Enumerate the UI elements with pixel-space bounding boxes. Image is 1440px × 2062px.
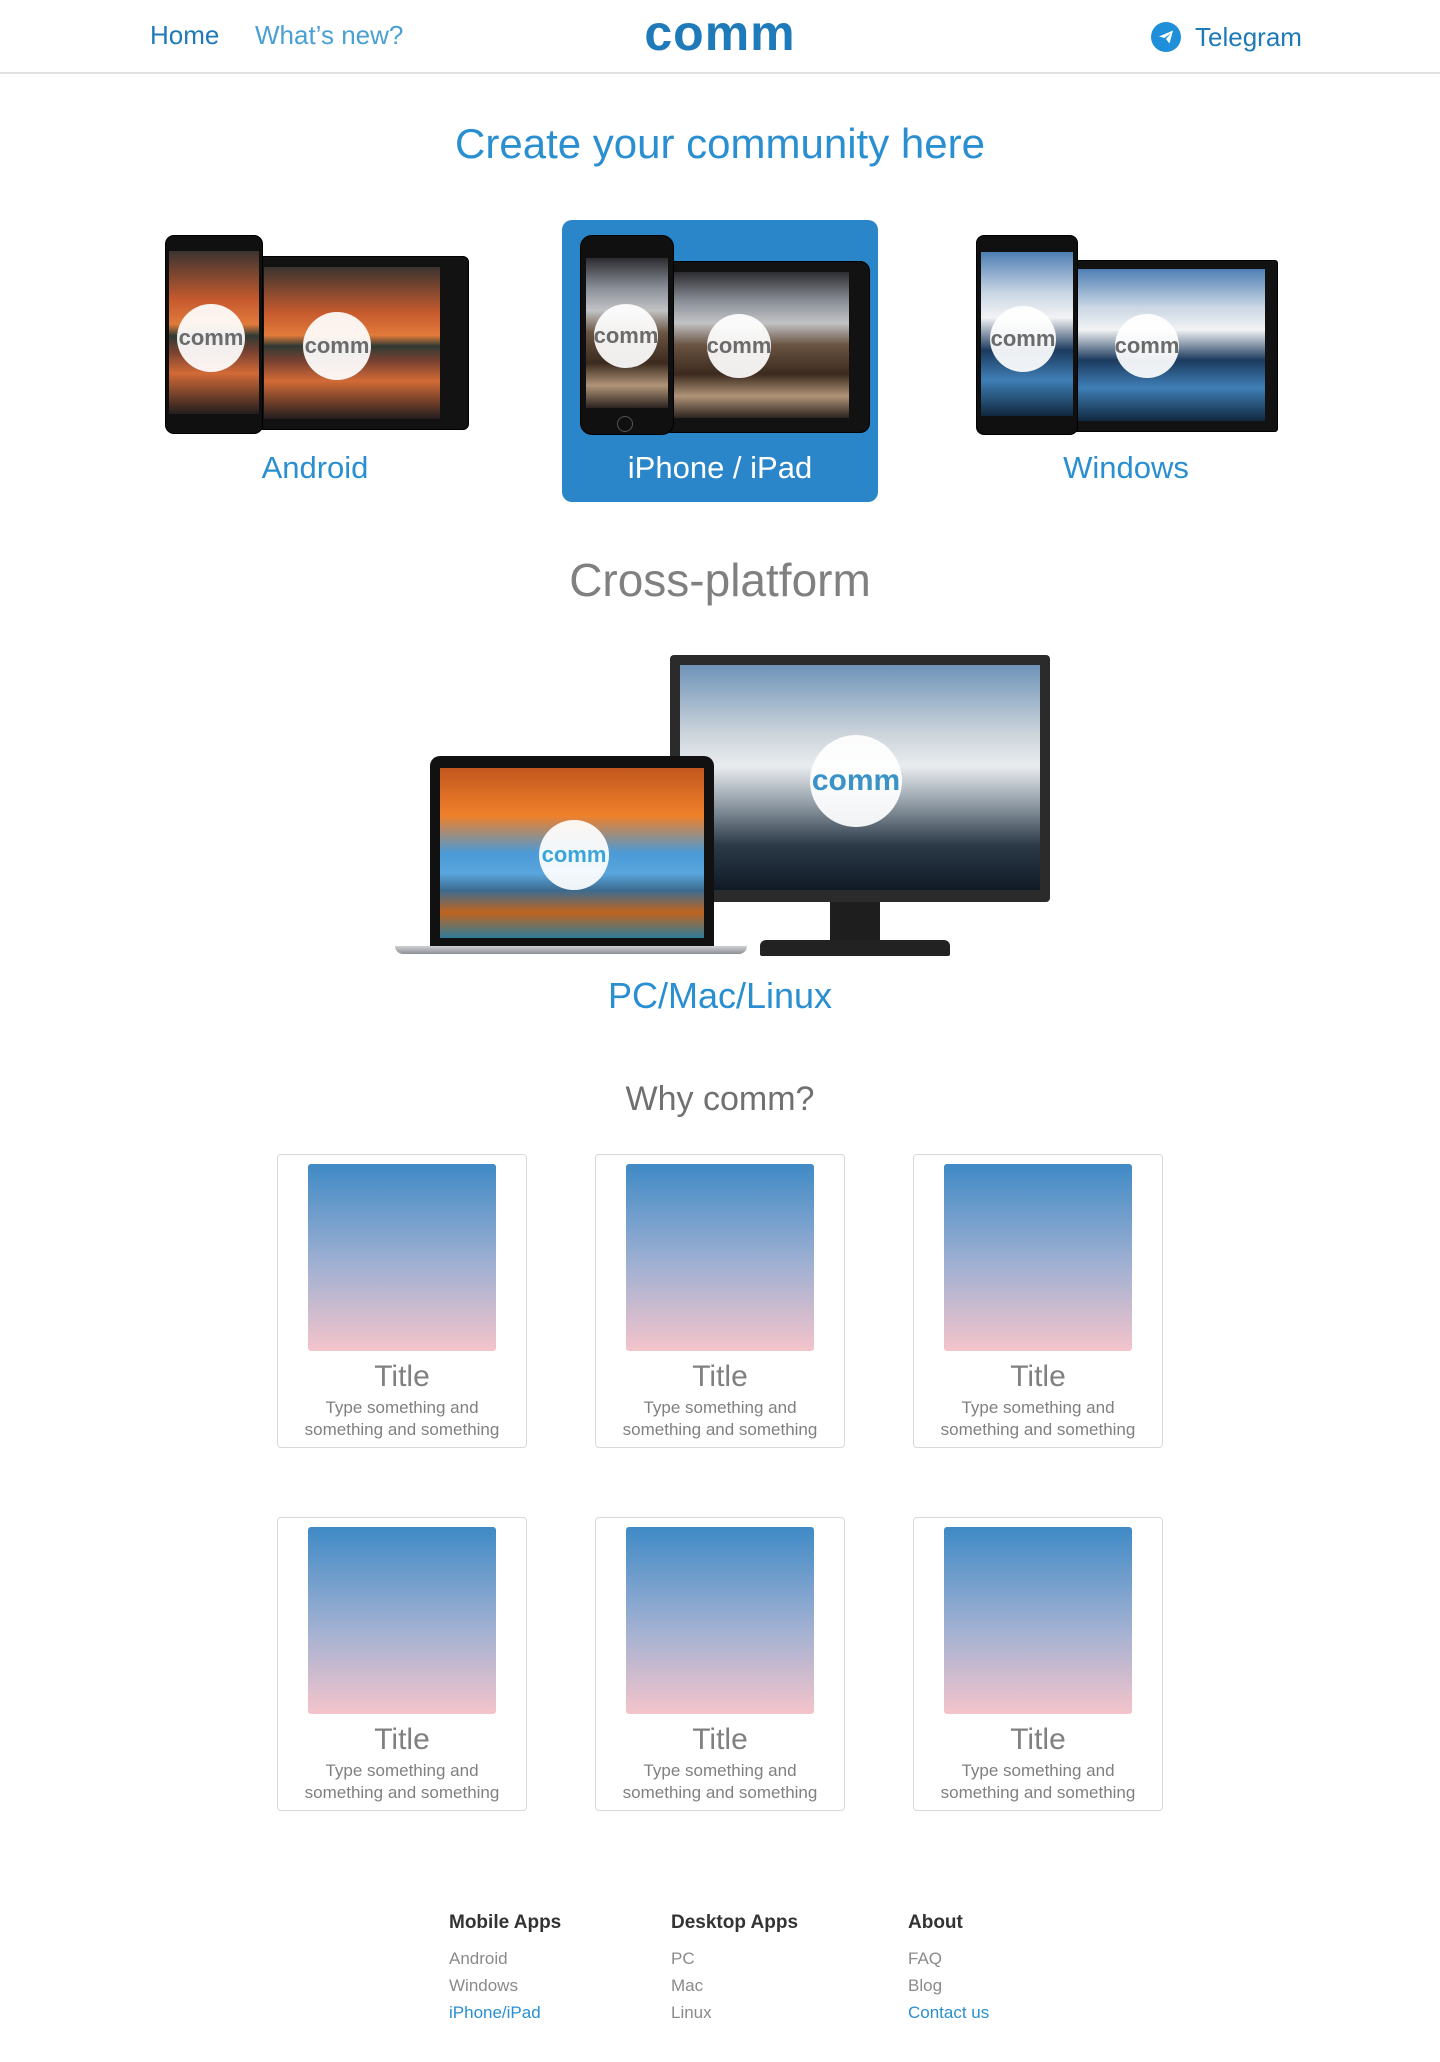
nav-home-link[interactable]: Home — [150, 20, 219, 51]
footer-heading: Desktop Apps — [671, 1912, 799, 1933]
platform-windows-label: Windows — [1063, 450, 1189, 485]
feature-card: Title Type something and something and s… — [277, 1517, 527, 1811]
footer-link-pc[interactable]: PC — [671, 1945, 798, 1972]
feature-card-title: Title — [1010, 1360, 1066, 1393]
feature-card-text: Type something and something and somethi… — [622, 1398, 818, 1439]
platform-android-label: Android — [261, 450, 369, 485]
feature-card-image — [944, 1527, 1132, 1714]
android-phone-logo: comm — [177, 304, 245, 372]
feature-card-title: Title — [692, 1360, 748, 1393]
platform-iphone-ipad-label: iPhone / iPad — [627, 450, 813, 485]
cross-platform-title: Cross-platform — [569, 554, 871, 606]
paper-plane-icon — [1151, 22, 1181, 52]
platform-windows-tile[interactable]: comm comm Windows — [968, 220, 1284, 502]
footer-column-desktop-apps: Desktop Apps PC Mac Linux — [671, 1912, 798, 2026]
footer-heading: About — [908, 1912, 963, 1933]
footer-link-faq[interactable]: FAQ — [908, 1945, 989, 1972]
feature-card-text: Type something and something and somethi… — [304, 1761, 500, 1802]
android-tablet-logo: comm — [303, 312, 371, 380]
feature-card: Title Type something and something and s… — [277, 1154, 527, 1448]
footer-heading: Mobile Apps — [449, 1912, 562, 1933]
feature-card-image — [944, 1164, 1132, 1351]
pc-mac-linux-link[interactable]: PC/Mac/Linux — [0, 975, 1440, 1017]
platform-iphone-ipad-tile[interactable]: comm comm iPhone / iPad — [562, 220, 878, 502]
footer-link-mac[interactable]: Mac — [671, 1972, 798, 1999]
hero-title: Create your community here — [455, 120, 985, 167]
footer-link-iphone-ipad[interactable]: iPhone/iPad — [449, 1999, 561, 2026]
feature-card-text: Type something and something and somethi… — [940, 1761, 1136, 1802]
feature-card: Title Type something and something and s… — [595, 1154, 845, 1448]
feature-card: Title Type something and something and s… — [913, 1517, 1163, 1811]
feature-card-image — [626, 1164, 814, 1351]
footer-link-windows[interactable]: Windows — [449, 1972, 561, 1999]
footer-link-blog[interactable]: Blog — [908, 1972, 989, 1999]
laptop-logo: comm — [539, 820, 609, 890]
windows-tablet-logo: comm — [1115, 314, 1179, 378]
footer-column-about: About FAQ Blog Contact us — [908, 1912, 989, 2026]
feature-card: Title Type something and something and s… — [595, 1517, 845, 1811]
platform-android-tile[interactable]: comm comm Android — [157, 220, 473, 502]
feature-card-text: Type something and something and somethi… — [940, 1398, 1136, 1439]
feature-card-title: Title — [374, 1723, 430, 1756]
ios-phone-logo: comm — [594, 304, 658, 368]
why-comm-title: Why comm? — [625, 1080, 815, 1118]
desktop-devices-image: comm comm — [395, 655, 1055, 960]
footer-link-linux[interactable]: Linux — [671, 1999, 798, 2026]
ios-tablet-logo: comm — [707, 314, 771, 378]
feature-card-image — [308, 1527, 496, 1714]
footer-link-android[interactable]: Android — [449, 1945, 561, 1972]
comm-logo[interactable]: comm — [640, 4, 800, 62]
top-nav-bar: Home What’s new? comm Telegram — [0, 0, 1440, 74]
footer-column-mobile-apps: Mobile Apps Android Windows iPhone/iPad — [449, 1912, 561, 2026]
nav-whats-new-link[interactable]: What’s new? — [255, 20, 403, 51]
feature-card: Title Type something and something and s… — [913, 1154, 1163, 1448]
feature-card-text: Type something and something and somethi… — [622, 1761, 818, 1802]
feature-card-title: Title — [374, 1360, 430, 1393]
feature-card-text: Type something and something and somethi… — [304, 1398, 500, 1439]
feature-card-title: Title — [1010, 1723, 1066, 1756]
feature-card-title: Title — [692, 1723, 748, 1756]
windows-phone-logo: comm — [990, 306, 1056, 372]
footer-link-contact-us[interactable]: Contact us — [908, 1999, 989, 2026]
telegram-label: Telegram — [1195, 21, 1302, 52]
monitor-logo: comm — [810, 735, 902, 827]
feature-card-image — [626, 1527, 814, 1714]
feature-card-image — [308, 1164, 496, 1351]
telegram-link[interactable]: Telegram — [1151, 20, 1302, 54]
